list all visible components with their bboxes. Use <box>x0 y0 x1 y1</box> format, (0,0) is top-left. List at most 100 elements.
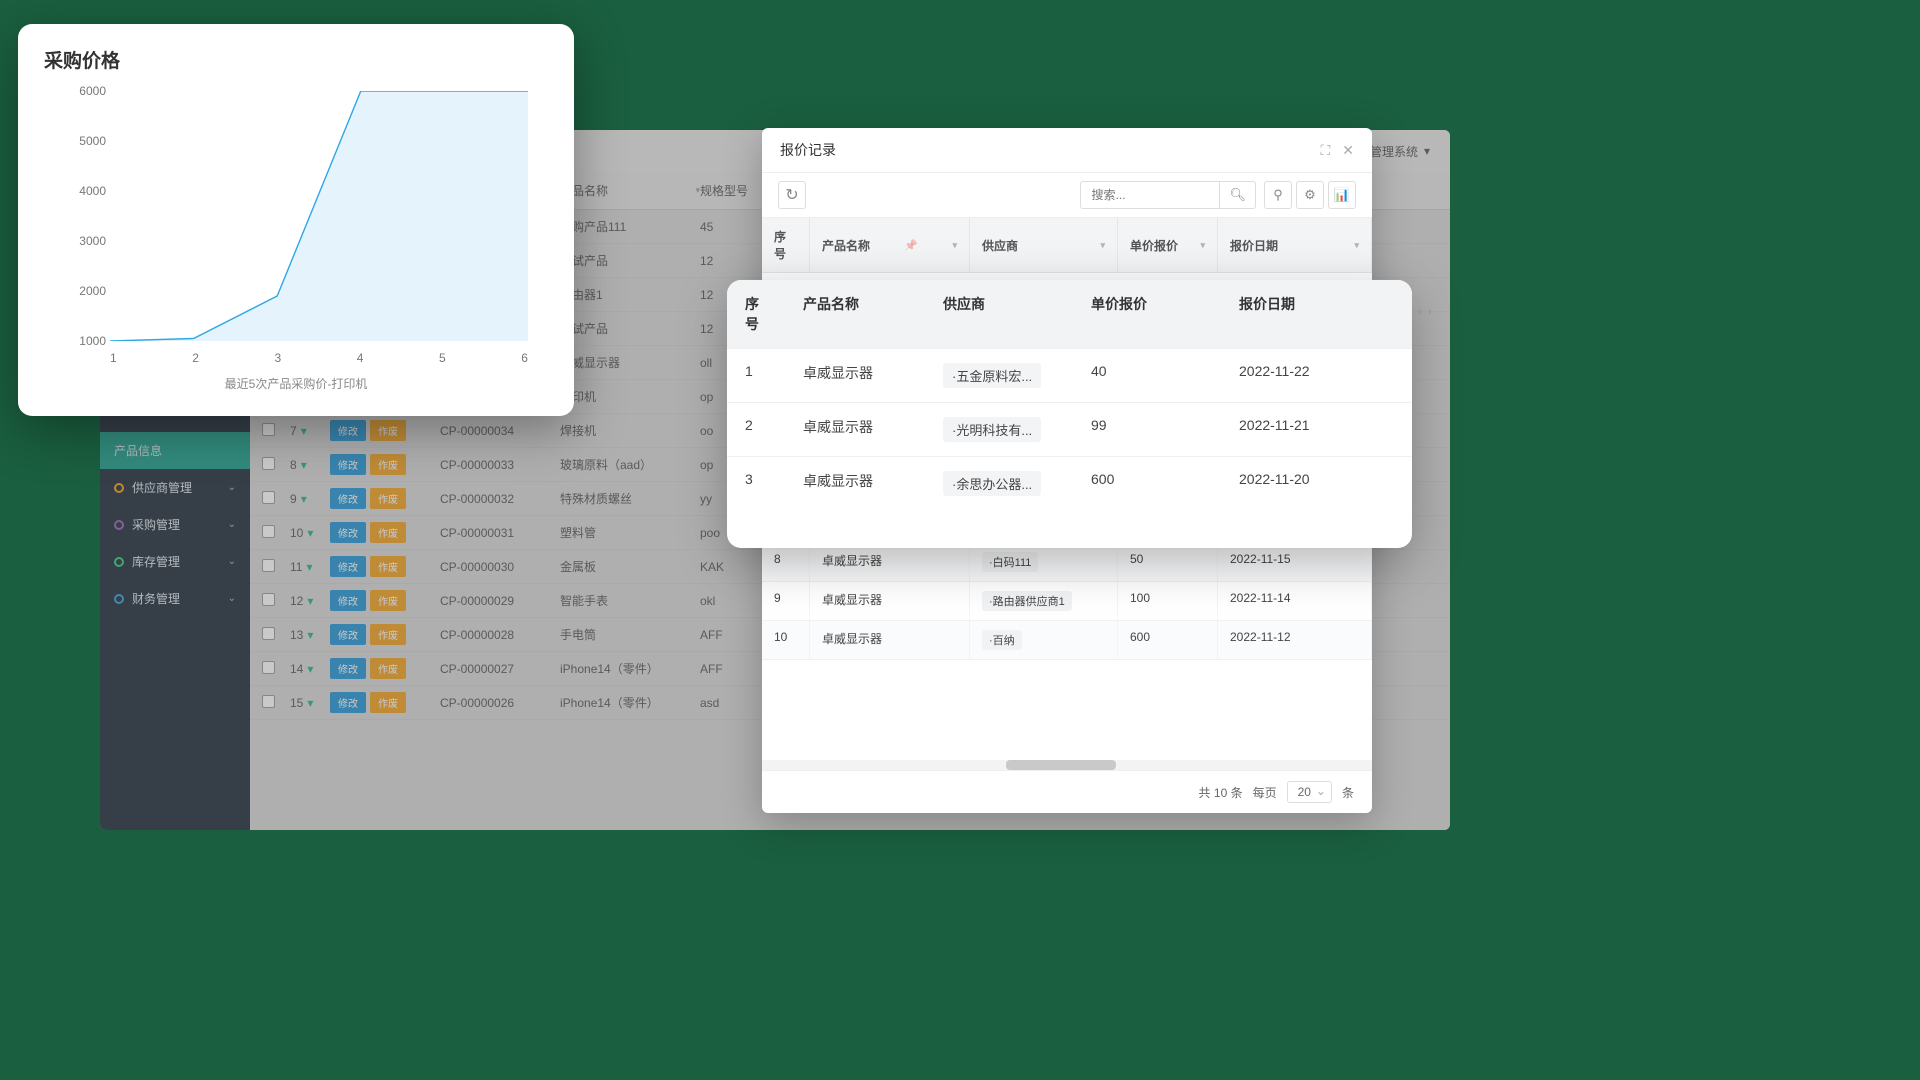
sort-icon[interactable]: ▾ <box>1100 240 1105 251</box>
nav-arrows: ‹ › <box>1418 304 1432 318</box>
table-row[interactable]: 2 卓威显示器 ·光明科技有... 99 2022-11-21 <box>727 402 1412 456</box>
expand-arrow-icon[interactable]: ▾ <box>301 458 307 472</box>
quote-modal-title: 报价记录 <box>780 140 836 160</box>
y-tick-label: 2000 <box>79 284 106 298</box>
search-button[interactable]: 🔍︎ <box>1220 181 1256 209</box>
col-header[interactable]: 序号 <box>727 280 785 348</box>
table-row[interactable]: 1 卓威显示器 ·五金原料宏... 40 2022-11-22 <box>727 348 1412 402</box>
pin-icon[interactable]: 📌 <box>904 239 918 252</box>
close-icon[interactable]: ✕ <box>1342 142 1354 159</box>
void-button[interactable]: 作废 <box>370 454 406 475</box>
col-header-spec[interactable]: 规格型号 <box>700 184 748 198</box>
modify-button[interactable]: 修改 <box>330 658 366 679</box>
cell-supplier: ·余思办公器... <box>925 456 1073 510</box>
expand-arrow-icon[interactable]: ▾ <box>307 628 313 642</box>
col-header[interactable]: 产品名称 <box>785 280 925 348</box>
void-button[interactable]: 作废 <box>370 692 406 713</box>
expand-arrow-icon[interactable]: ▾ <box>301 492 307 506</box>
cell-price: 600 <box>1118 621 1218 659</box>
expand-arrow-icon[interactable]: ▾ <box>301 424 307 438</box>
sort-icon[interactable]: ▾ <box>1354 240 1359 251</box>
expand-arrow-icon[interactable]: ▾ <box>307 594 313 608</box>
table-row[interactable]: 10 卓威显示器 ·百纳 600 2022-11-12 <box>762 621 1372 660</box>
checkbox[interactable] <box>262 457 275 470</box>
expand-arrow-icon[interactable]: ▾ <box>307 696 313 710</box>
modify-button[interactable]: 修改 <box>330 454 366 475</box>
checkbox[interactable] <box>262 695 275 708</box>
supplier-tag[interactable]: ·百纳 <box>982 630 1022 650</box>
checkbox[interactable] <box>262 559 275 572</box>
modify-button[interactable]: 修改 <box>330 488 366 509</box>
expand-arrow-icon[interactable]: ▾ <box>307 526 313 540</box>
sort-icon[interactable]: ▾ <box>1200 240 1205 251</box>
per-page-select[interactable]: 20 <box>1287 781 1332 803</box>
expand-icon[interactable]: ⛶ <box>1320 142 1330 159</box>
cell-supplier: ·五金原料宏... <box>925 348 1073 402</box>
sidebar-item-product-info[interactable]: 产品信息 <box>100 432 250 469</box>
checkbox[interactable] <box>262 491 275 504</box>
void-button[interactable]: 作废 <box>370 488 406 509</box>
sidebar-item-finance[interactable]: 财务管理 ⌄ <box>100 580 250 617</box>
supplier-tag[interactable]: ·白码111 <box>982 552 1038 572</box>
checkbox[interactable] <box>262 593 275 606</box>
nav-next[interactable]: › <box>1428 304 1432 318</box>
dot-icon <box>114 483 124 493</box>
col-header[interactable]: 供应商 <box>925 280 1073 348</box>
filter-icon[interactable]: ⚲ <box>1264 181 1292 209</box>
col-header[interactable]: 报价日期 <box>1230 237 1278 254</box>
checkbox[interactable] <box>262 423 275 436</box>
nav-prev[interactable]: ‹ <box>1418 304 1422 318</box>
modify-button[interactable]: 修改 <box>330 624 366 645</box>
chart-icon[interactable]: 📊 <box>1328 181 1356 209</box>
cell-price: 50 <box>1118 543 1218 581</box>
col-header[interactable]: 产品名称 <box>822 237 870 254</box>
horizontal-scrollbar[interactable] <box>762 760 1372 770</box>
chevron-down-icon: ⌄ <box>228 519 236 530</box>
void-button[interactable]: 作废 <box>370 658 406 679</box>
table-row[interactable]: 8 卓威显示器 ·白码111 50 2022-11-15 <box>762 543 1372 582</box>
sort-icon[interactable]: ▾ <box>695 185 700 196</box>
expand-arrow-icon[interactable]: ▾ <box>307 662 313 676</box>
col-header[interactable]: 序号 <box>774 228 797 262</box>
table-row[interactable]: 3 卓威显示器 ·余思办公器... 600 2022-11-20 <box>727 456 1412 510</box>
checkbox[interactable] <box>262 661 275 674</box>
col-header[interactable]: 单价报价 <box>1130 237 1178 254</box>
void-button[interactable]: 作废 <box>370 590 406 611</box>
supplier-tag[interactable]: ·五金原料宏... <box>943 363 1041 388</box>
supplier-tag[interactable]: ·光明科技有... <box>943 417 1041 442</box>
col-header[interactable]: 报价日期 <box>1221 280 1412 348</box>
sidebar-item-purchase[interactable]: 采购管理 ⌄ <box>100 506 250 543</box>
chart-caption: 最近5次产品采购价-打印机 <box>44 375 548 392</box>
void-button[interactable]: 作废 <box>370 420 406 441</box>
modify-button[interactable]: 修改 <box>330 420 366 441</box>
y-tick-label: 3000 <box>79 234 106 248</box>
cell-idx: 8 <box>762 543 810 581</box>
modify-button[interactable]: 修改 <box>330 590 366 611</box>
void-button[interactable]: 作废 <box>370 624 406 645</box>
cell-date: 2022-11-12 <box>1218 621 1372 659</box>
cell-name: 采购产品111 <box>560 218 700 235</box>
modify-button[interactable]: 修改 <box>330 522 366 543</box>
modify-button[interactable]: 修改 <box>330 556 366 577</box>
col-header[interactable]: 供应商 <box>982 237 1018 254</box>
expand-arrow-icon[interactable]: ▾ <box>306 560 312 574</box>
void-button[interactable]: 作废 <box>370 522 406 543</box>
supplier-tag[interactable]: ·余思办公器... <box>943 471 1041 496</box>
refresh-button[interactable]: ↻ <box>778 181 806 209</box>
settings-icon[interactable]: ⚙ <box>1296 181 1324 209</box>
checkbox[interactable] <box>262 525 275 538</box>
x-tick-label: 4 <box>357 351 364 365</box>
search-input[interactable] <box>1080 181 1220 209</box>
table-row[interactable]: 9 卓威显示器 ·路由器供应商1 100 2022-11-14 <box>762 582 1372 621</box>
sort-icon[interactable]: ▾ <box>952 240 957 251</box>
supplier-tag[interactable]: ·路由器供应商1 <box>982 591 1072 611</box>
modify-button[interactable]: 修改 <box>330 692 366 713</box>
col-header[interactable]: 单价报价 <box>1073 280 1221 348</box>
checkbox[interactable] <box>262 627 275 640</box>
y-tick-label: 1000 <box>79 334 106 348</box>
cell-name: 焊接机 <box>560 422 700 439</box>
cell-name: iPhone14（零件） <box>560 660 700 677</box>
void-button[interactable]: 作废 <box>370 556 406 577</box>
sidebar-item-stock[interactable]: 库存管理 ⌄ <box>100 543 250 580</box>
sidebar-item-supplier[interactable]: 供应商管理 ⌄ <box>100 469 250 506</box>
